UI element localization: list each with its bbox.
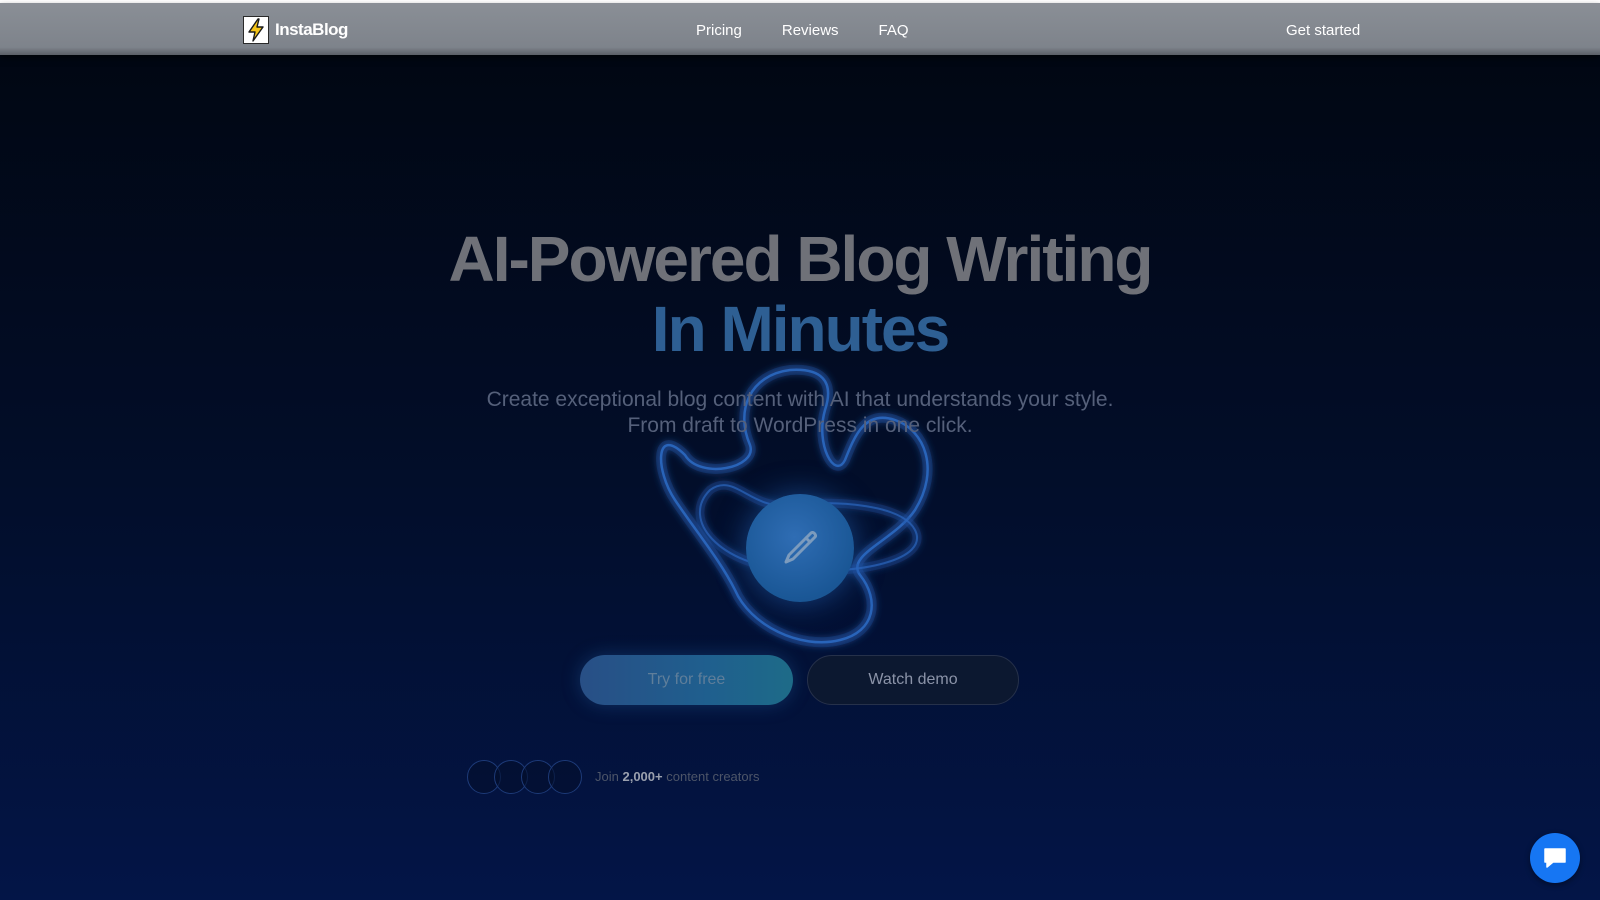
social-proof-prefix: Join — [595, 769, 619, 784]
watch-demo-button[interactable]: Watch demo — [807, 655, 1019, 705]
logo-link[interactable]: InstaBlog — [243, 16, 348, 44]
logo-text: InstaBlog — [275, 20, 348, 39]
get-started-link[interactable]: Get started — [1286, 22, 1360, 39]
hero-subline-1: Create exceptional blog content with AI … — [486, 388, 1114, 411]
hero-pen-circle — [746, 494, 854, 602]
chat-bubble-icon — [1544, 848, 1566, 868]
nav-link-reviews[interactable]: Reviews — [782, 22, 839, 39]
try-for-free-button[interactable]: Try for free — [580, 655, 793, 705]
social-proof-suffix: content creators — [666, 769, 760, 784]
chat-widget-button[interactable] — [1530, 833, 1580, 883]
avatar — [548, 760, 582, 794]
avatar-stack — [467, 760, 587, 794]
lightning-bolt-icon — [243, 16, 269, 44]
hero-subline-2: From draft to WordPress in one click. — [627, 414, 973, 437]
social-proof-count: 2,000+ — [622, 769, 663, 784]
nav-link-pricing[interactable]: Pricing — [696, 22, 742, 39]
pencil-icon — [784, 531, 817, 564]
nav-link-faq[interactable]: FAQ — [879, 22, 909, 39]
navbar: InstaBlog Pricing Reviews FAQ Get starte… — [0, 3, 1600, 55]
social-proof-text: Join 2,000+ content creators — [595, 769, 759, 784]
nav-links: Pricing Reviews FAQ — [696, 22, 909, 39]
hero-headline: AI-Powered Blog Writing — [448, 223, 1153, 295]
page: InstaBlog Pricing Reviews FAQ Get starte… — [0, 0, 1600, 900]
